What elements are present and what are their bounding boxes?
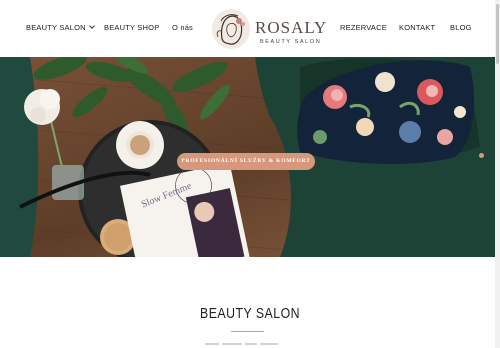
chevron-down-icon (88, 23, 95, 29)
slider-dot-indicator[interactable] (479, 153, 484, 158)
hero-banner: Slow Femme PROFESIONÁLNÍ SLUŽBY & KOMFOR… (0, 57, 500, 257)
hero-cta-button[interactable]: PROFESIONÁLNÍ SLUŽBY & KOMFORT (177, 153, 315, 170)
nav-rezervace-label: REZERVACE (340, 23, 387, 32)
nav-o-nas-label: O nás (172, 23, 194, 32)
nav-o-nas[interactable]: O nás (172, 23, 193, 32)
logo-portrait-icon (212, 9, 250, 49)
section-divider (231, 331, 264, 332)
nav-blog[interactable]: BLOG (450, 23, 472, 32)
nav-rezervace[interactable]: REZERVACE (340, 23, 387, 32)
nav-beauty-salon[interactable]: BEAUTY SALON (26, 23, 95, 32)
page-scrollbar[interactable] (495, 0, 500, 348)
logo-subtitle: BEAUTY SALON (260, 39, 322, 45)
nav-kontakt[interactable]: KONTAKT (399, 23, 435, 32)
nav-beauty-shop-label: BEAUTY SHOP (104, 23, 160, 32)
scrollbar-thumb[interactable] (496, 4, 499, 64)
section-subtitle-faded (205, 343, 295, 346)
nav-beauty-salon-label: BEAUTY SALON (26, 23, 86, 32)
nav-kontakt-label: KONTAKT (399, 23, 436, 32)
site-logo[interactable]: ROSALY BEAUTY SALON (212, 9, 326, 49)
logo-name: ROSALY (255, 18, 328, 37)
nav-blog-label: BLOG (450, 23, 472, 32)
nav-beauty-shop[interactable]: BEAUTY SHOP (104, 23, 159, 32)
section-title: BEAUTY SALON (199, 305, 301, 322)
site-header: BEAUTY SALON BEAUTY SHOP O nás ROSALY BE… (0, 0, 500, 57)
